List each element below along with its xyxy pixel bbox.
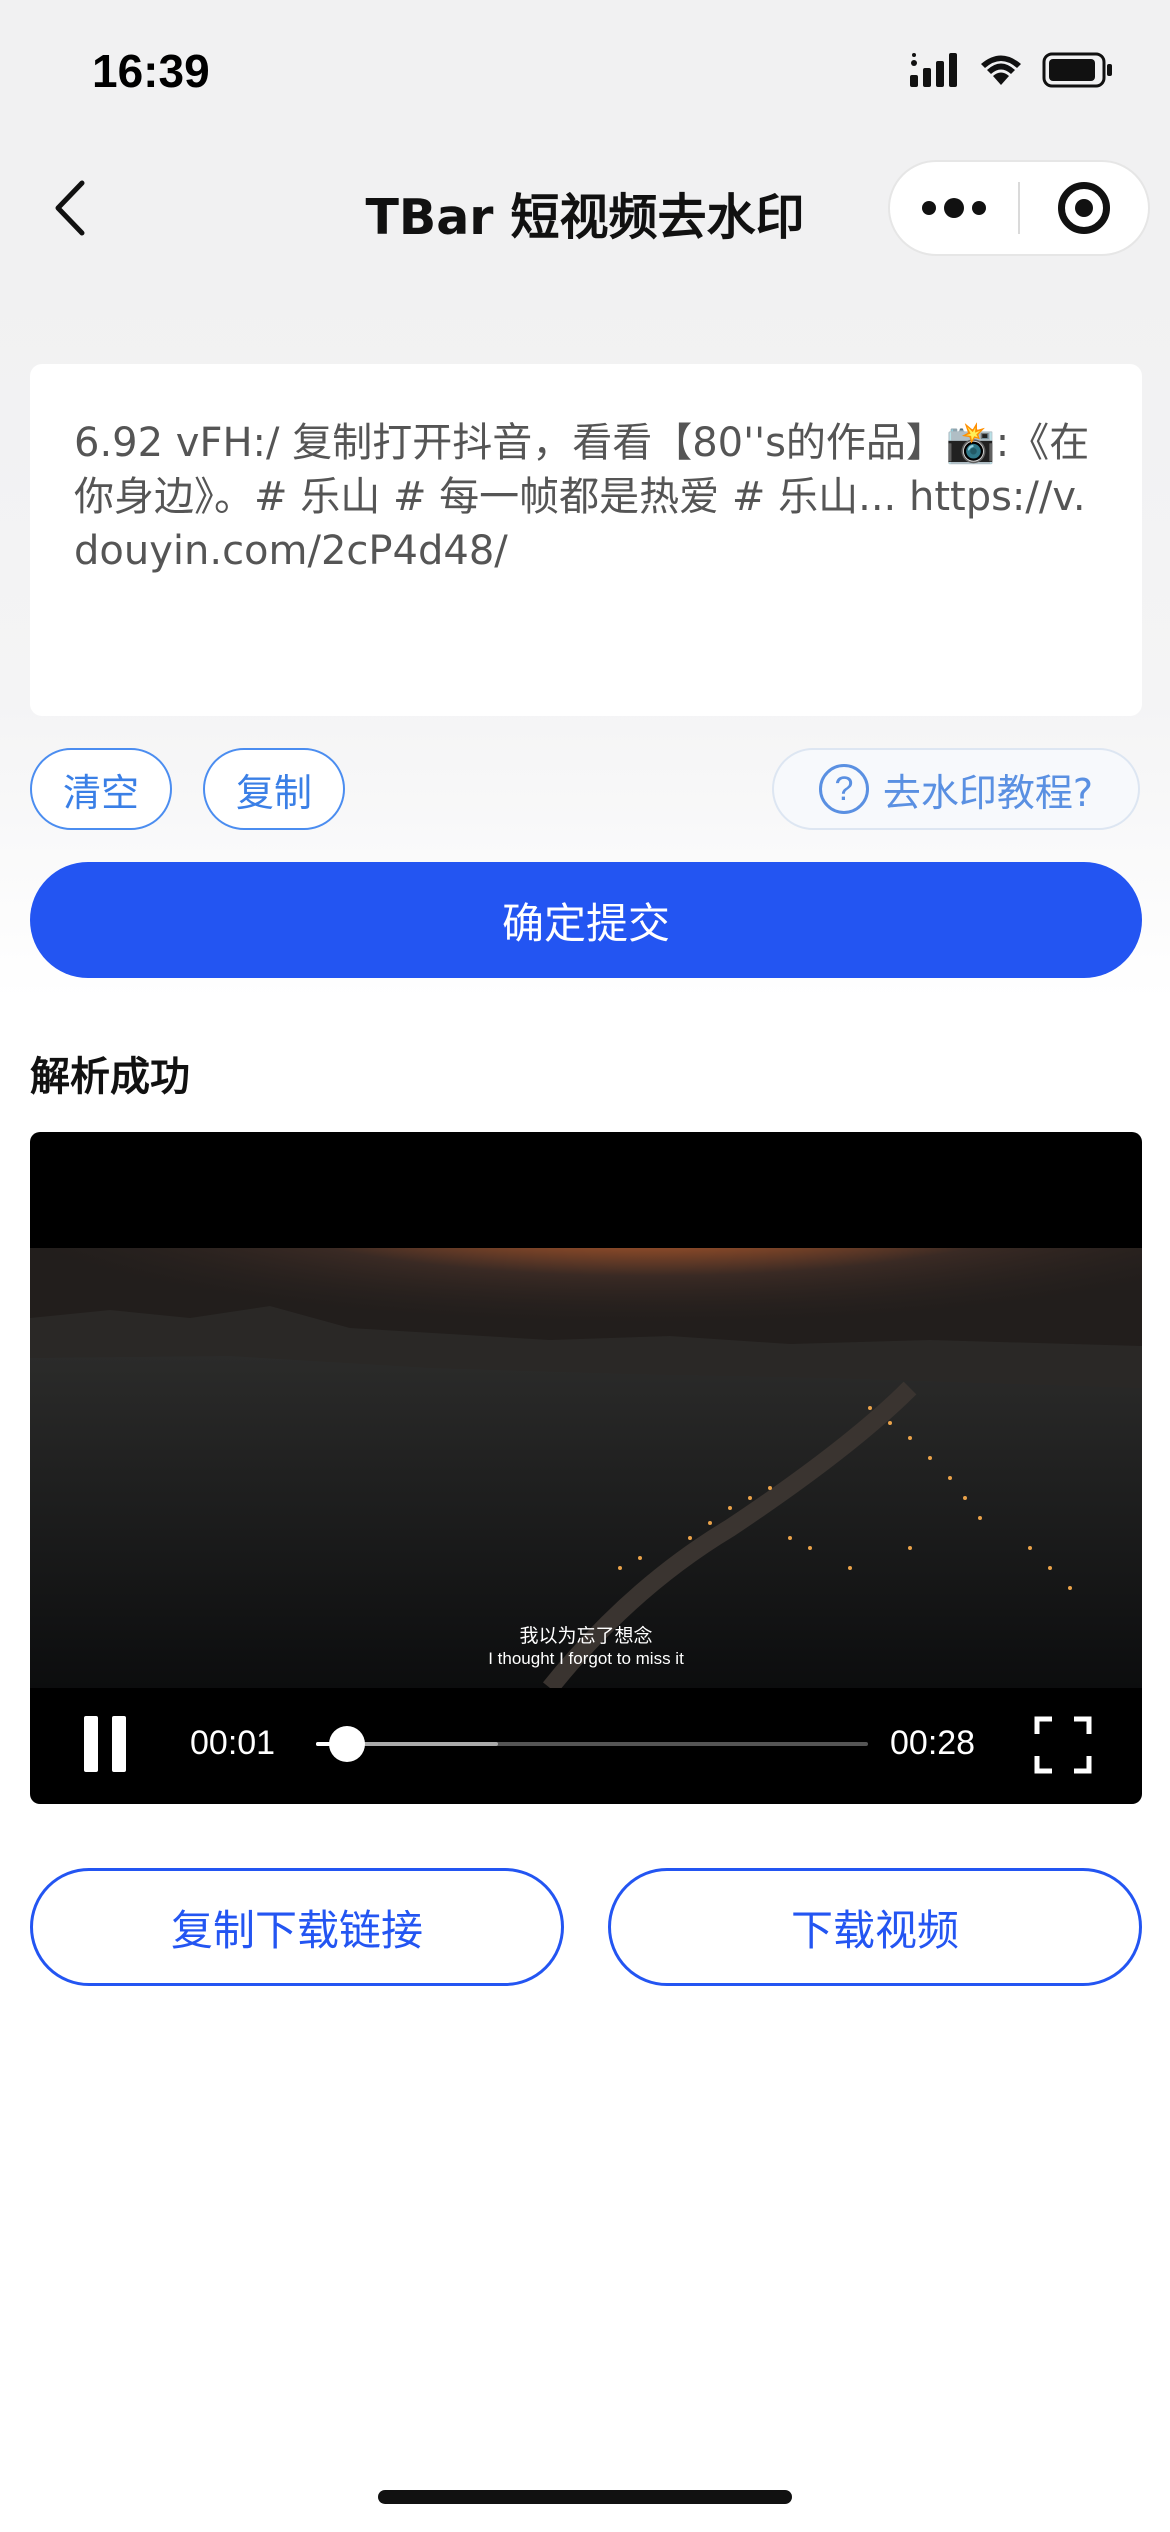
download-video-button[interactable]: 下载视频 <box>608 1868 1142 1986</box>
video-frame: 我以为忘了想念 I thought I forgot to miss it <box>30 1248 1142 1688</box>
fullscreen-button[interactable] <box>1034 1716 1092 1774</box>
video-player[interactable]: 我以为忘了想念 I thought I forgot to miss it 00… <box>30 1132 1142 1804</box>
tutorial-button[interactable]: ? 去水印教程? <box>772 748 1140 830</box>
link-textarea[interactable]: 6.92 vFH:/ 复制打开抖音，看看【80''s的作品】📸:《在你身边》。#… <box>30 364 1142 716</box>
home-target-icon <box>1057 182 1110 234</box>
current-time: 00:01 <box>190 1724 276 1762</box>
close-miniprogram-button[interactable] <box>1020 162 1148 254</box>
progress-bar[interactable] <box>316 1726 868 1762</box>
tutorial-label: 去水印教程? <box>882 770 1094 815</box>
home-indicator <box>378 2490 792 2504</box>
progress-thumb[interactable] <box>328 1726 365 1762</box>
status-time: 16:39 <box>92 45 210 97</box>
video-scene-image <box>30 1248 1142 1688</box>
help-icon: ? <box>818 764 869 814</box>
video-subtitles: 我以为忘了想念 I thought I forgot to miss it <box>30 1624 1142 1670</box>
subtitle-english: I thought I forgot to miss it <box>488 1649 684 1668</box>
copy-download-link-button[interactable]: 复制下载链接 <box>30 1868 564 1986</box>
wifi-icon <box>981 55 1021 85</box>
clear-button[interactable]: 清空 <box>30 748 172 830</box>
link-text: 6.92 vFH:/ 复制打开抖音，看看【80''s的作品】📸:《在你身边》。#… <box>74 420 1090 574</box>
pause-button[interactable] <box>84 1716 144 1776</box>
subtitle-chinese: 我以为忘了想念 <box>519 1625 653 1647</box>
cellular-signal-icon <box>910 53 957 87</box>
more-button[interactable] <box>890 162 1018 254</box>
status-icons <box>910 52 1114 88</box>
fullscreen-icon <box>1034 1716 1092 1774</box>
submit-button[interactable]: 确定提交 <box>30 862 1142 978</box>
nav-bar: TBar 短视频去水印 <box>0 140 1170 276</box>
result-title: 解析成功 <box>30 1054 190 1100</box>
pause-icon <box>84 1716 126 1776</box>
total-time: 00:28 <box>890 1724 976 1762</box>
copy-button[interactable]: 复制 <box>203 748 345 830</box>
page: 16:39 TBar 短视频去水印 6.92 vFH:/ 复制打开抖音，看看【8… <box>0 0 1170 2532</box>
miniprogram-capsule <box>888 160 1150 256</box>
status-bar: 16:39 <box>0 0 1170 140</box>
more-icon <box>918 198 990 218</box>
video-controls: 00:01 00:28 <box>30 1688 1142 1804</box>
battery-icon <box>1042 52 1112 88</box>
